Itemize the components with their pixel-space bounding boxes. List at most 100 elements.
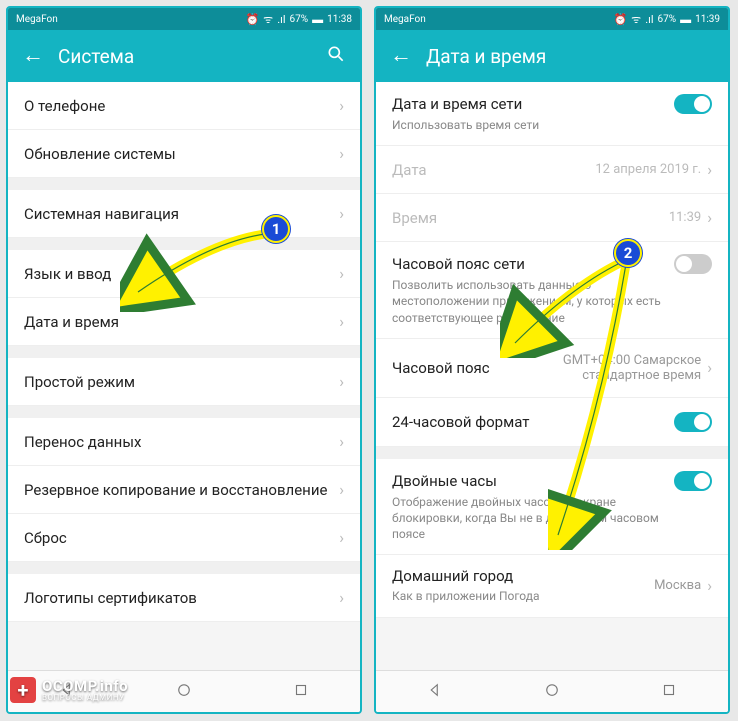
signal-icon: .ıl <box>277 13 285 26</box>
row-label: 24-часовой формат <box>392 413 674 431</box>
toggle-dual-clocks[interactable] <box>674 471 712 491</box>
page-title: Система <box>58 45 312 68</box>
row-timezone[interactable]: Часовой пояс GMT+04:00 Самарское стандар… <box>376 339 728 398</box>
row-about[interactable]: О телефоне › <box>8 82 360 130</box>
nav-home-icon[interactable] <box>543 681 561 703</box>
chevron-right-icon: › <box>707 358 712 377</box>
row-value: 12 апреля 2019 г. <box>595 162 701 177</box>
row-subtitle: Как в приложении Погода <box>392 588 654 604</box>
row-cert-logos[interactable]: Логотипы сертификатов › <box>8 574 360 622</box>
row-value: 11:39 <box>669 210 701 225</box>
row-title: Дата и время сети <box>392 95 674 113</box>
row-label: Простой режим <box>24 373 339 391</box>
chevron-right-icon: › <box>339 264 344 283</box>
settings-list: Дата и время сети Использовать время сет… <box>376 82 728 670</box>
battery-label: 67% <box>290 14 309 25</box>
back-icon[interactable]: ← <box>390 45 412 67</box>
row-label: Дата <box>392 161 595 179</box>
toggle-network-timezone[interactable] <box>674 254 712 274</box>
phone-right: MegaFon ⏰ ᯤ .ıl 67% ▬ 11:39 ← Дата и вре… <box>374 6 730 714</box>
battery-icon: ▬ <box>312 13 323 26</box>
page-title: Дата и время <box>426 45 714 68</box>
signal-icon: .ıl <box>645 13 653 26</box>
toolbar: ← Система <box>8 30 360 82</box>
row-subtitle: Использовать время сети <box>392 117 712 133</box>
row-label: Логотипы сертификатов <box>24 589 339 607</box>
row-label: О телефоне <box>24 97 339 115</box>
chevron-right-icon: › <box>707 576 712 595</box>
status-bar: MegaFon ⏰ ᯤ .ıl 67% ▬ 11:38 <box>8 8 360 30</box>
toolbar: ← Дата и время <box>376 30 728 82</box>
toggle-24h[interactable] <box>674 412 712 432</box>
row-simple-mode[interactable]: Простой режим › <box>8 358 360 406</box>
row-label: Язык и ввод <box>24 265 339 283</box>
row-value: GMT+04:00 Самарское стандартное время <box>541 353 701 383</box>
nav-recent-icon[interactable] <box>292 681 310 703</box>
chevron-right-icon: › <box>339 588 344 607</box>
chevron-right-icon: › <box>339 372 344 391</box>
alarm-icon: ⏰ <box>613 13 627 26</box>
nav-home-icon[interactable] <box>175 681 193 703</box>
carrier-label: MegaFon <box>384 14 426 25</box>
toggle-network-datetime[interactable] <box>674 94 712 114</box>
row-label: Перенос данных <box>24 433 339 451</box>
row-network-datetime[interactable]: Дата и время сети Использовать время сет… <box>376 82 728 146</box>
chevron-right-icon: › <box>339 480 344 499</box>
search-icon[interactable] <box>326 44 346 68</box>
row-value: Москва <box>654 578 701 593</box>
annotation-marker-2: 2 <box>614 239 642 267</box>
row-label: Сброс <box>24 529 339 547</box>
wifi-icon: ᯤ <box>263 12 273 27</box>
row-language[interactable]: Язык и ввод › <box>8 250 360 298</box>
carrier-label: MegaFon <box>16 14 58 25</box>
watermark: + OCOMP.info ВОПРОСЫ АДМИНУ <box>10 677 128 703</box>
row-subtitle: Позволить использовать данные о местопол… <box>392 277 712 326</box>
watermark-sub: ВОПРОСЫ АДМИНУ <box>42 694 128 702</box>
battery-icon: ▬ <box>680 13 691 26</box>
chevron-right-icon: › <box>339 312 344 331</box>
nav-recent-icon[interactable] <box>660 681 678 703</box>
back-icon[interactable]: ← <box>22 45 44 67</box>
row-label: Обновление системы <box>24 145 339 163</box>
marker-label: 2 <box>624 244 633 262</box>
status-time: 11:39 <box>695 14 720 25</box>
nav-back-icon[interactable] <box>426 681 444 703</box>
row-label: Дата и время <box>24 313 339 331</box>
row-update[interactable]: Обновление системы › <box>8 130 360 178</box>
android-navbar <box>376 670 728 712</box>
annotation-marker-1: 1 <box>262 215 290 243</box>
row-24h-format[interactable]: 24-часовой формат <box>376 398 728 447</box>
watermark-plus-icon: + <box>10 677 36 703</box>
row-label: Системная навигация <box>24 205 339 223</box>
row-reset[interactable]: Сброс › <box>8 514 360 562</box>
chevron-right-icon: › <box>339 96 344 115</box>
chevron-right-icon: › <box>707 208 712 227</box>
phone-left: MegaFon ⏰ ᯤ .ıl 67% ▬ 11:38 ← Система О … <box>6 6 362 714</box>
row-datetime[interactable]: Дата и время › <box>8 298 360 346</box>
row-home-city[interactable]: Домашний город Как в приложении Погода М… <box>376 555 728 617</box>
chevron-right-icon: › <box>339 204 344 223</box>
chevron-right-icon: › <box>707 160 712 179</box>
row-title: Домашний город <box>392 567 654 585</box>
row-subtitle: Отображение двойных часов на экране блок… <box>392 494 712 543</box>
row-label: Часовой пояс <box>392 359 541 377</box>
status-bar: MegaFon ⏰ ᯤ .ıl 67% ▬ 11:39 <box>376 8 728 30</box>
watermark-brand: OCOMP.info <box>42 679 128 694</box>
battery-label: 67% <box>658 14 677 25</box>
marker-label: 1 <box>272 220 281 238</box>
alarm-icon: ⏰ <box>245 13 259 26</box>
row-label: Время <box>392 209 669 227</box>
chevron-right-icon: › <box>339 528 344 547</box>
row-network-timezone[interactable]: Часовой пояс сети Позволить использовать… <box>376 242 728 339</box>
wifi-icon: ᯤ <box>631 12 641 27</box>
row-backup[interactable]: Резервное копирование и восстановление › <box>8 466 360 514</box>
row-transfer[interactable]: Перенос данных › <box>8 418 360 466</box>
chevron-right-icon: › <box>339 432 344 451</box>
settings-list: О телефоне › Обновление системы › Систем… <box>8 82 360 670</box>
row-dual-clocks[interactable]: Двойные часы Отображение двойных часов н… <box>376 459 728 556</box>
row-date: Дата 12 апреля 2019 г. › <box>376 146 728 194</box>
row-label: Резервное копирование и восстановление <box>24 481 339 499</box>
row-title: Двойные часы <box>392 472 674 490</box>
row-time: Время 11:39 › <box>376 194 728 242</box>
row-system-nav[interactable]: Системная навигация › <box>8 190 360 238</box>
